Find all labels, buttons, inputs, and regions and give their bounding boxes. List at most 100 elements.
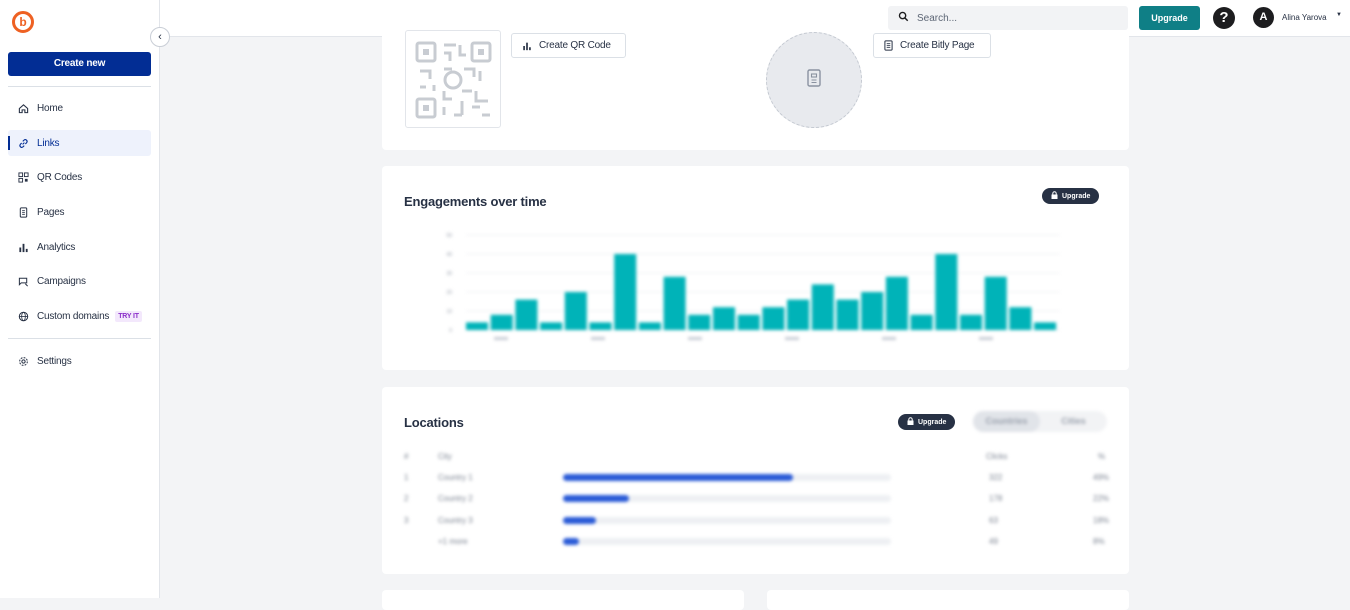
y-tick-label: 50 [446,233,452,239]
analytics-icon [522,41,532,51]
chart-bar[interactable] [688,314,711,330]
sidebar-divider [8,338,151,339]
gear-icon [17,355,29,367]
qr-code-icon [415,41,492,119]
chart-bar[interactable] [564,292,587,330]
sidebar-item-links[interactable]: Links [8,130,151,156]
page-icon [807,68,821,92]
chart-bar[interactable] [836,299,859,330]
chart-bar[interactable] [515,299,538,330]
search-box[interactable] [888,6,1128,30]
countries-cities-toggle[interactable]: Countries Cities [973,411,1107,432]
row-bar-fill [563,474,793,481]
chevron-down-icon[interactable]: ▼ [1336,12,1342,18]
chart-bar[interactable] [638,322,661,330]
x-tick-label [785,337,799,340]
create-qr-code-button[interactable]: Create QR Code [511,33,626,58]
upgrade-badge[interactable]: Upgrade [898,414,956,430]
user-name[interactable]: Alina Yarova [1282,13,1327,22]
sidebar-item-label: Custom domains [37,310,110,322]
sidebar-item-custom-domains[interactable]: Custom domains TRY IT [8,303,151,329]
row-bar-track [563,538,891,545]
row-bar-track [563,474,891,481]
chart-bar[interactable] [589,322,612,330]
chart-bar[interactable] [614,254,637,330]
row-clicks: 322 [989,473,1003,482]
collapse-sidebar-button[interactable]: ‹ [150,27,170,47]
avatar[interactable]: A [1253,7,1274,28]
column-header: Clicks [986,452,1008,461]
qr-code-placeholder [405,30,501,128]
x-tick-label [882,337,896,340]
row-bar-fill [563,517,596,524]
help-icon[interactable]: ? [1213,7,1235,29]
page-placeholder [766,32,862,128]
create-bitly-page-button[interactable]: Create Bitly Page [873,33,991,58]
chart-bar[interactable] [490,314,513,330]
page-icon [884,40,893,51]
bottom-card-right [767,590,1129,610]
sidebar-item-label: Settings [37,355,72,367]
chart-bar[interactable] [737,314,760,330]
sidebar-item-settings[interactable]: Settings [8,348,151,374]
upgrade-button[interactable]: Upgrade [1139,6,1200,30]
row-bar-track [563,517,891,524]
locations-title: Locations [404,415,464,430]
chart-bar[interactable] [984,276,1007,330]
chart-bar[interactable] [787,299,810,330]
sidebar-item-label: Home [37,102,63,114]
create-new-button[interactable]: Create new [8,52,151,76]
chart-bar[interactable] [1009,307,1032,330]
tab-cities[interactable]: Cities [1040,411,1107,432]
search-icon [898,9,909,27]
sidebar-item-label: Campaigns [37,275,86,287]
sidebar-item-qr-codes[interactable]: QR Codes [8,164,151,190]
chart-bar[interactable] [935,254,958,330]
chart-bar[interactable] [885,276,908,330]
sidebar-item-campaigns[interactable]: Campaigns [8,268,151,294]
sidebar-item-analytics[interactable]: Analytics [8,234,151,260]
chart-bar[interactable] [466,322,488,330]
row-rank: 3 [404,516,409,525]
qr-code-icon [17,171,29,183]
x-tick-label [494,337,508,340]
row-name: Country 1 [438,473,473,482]
chevron-left-icon: ‹ [158,31,162,43]
y-tick-label: 0 [449,328,452,334]
bitly-logo-icon[interactable]: b [12,11,34,33]
analytics-icon [17,241,29,253]
campaign-icon [17,275,29,287]
row-clicks: 63 [989,516,998,525]
sidebar-item-pages[interactable]: Pages [8,199,151,225]
sidebar-item-label: Links [37,137,60,149]
upgrade-badge-label: Upgrade [918,418,947,426]
row-clicks: 178 [989,494,1003,503]
chart-bar[interactable] [540,322,563,330]
top-bar: Upgrade ? A Alina Yarova ▼ [160,0,1350,37]
chart-bar[interactable] [960,314,982,330]
search-input[interactable] [917,12,1117,24]
sidebar-item-label: Pages [37,206,65,218]
lock-icon [1051,191,1058,201]
chart-bar[interactable] [811,284,834,330]
row-bar-fill [563,538,580,545]
chart-bar[interactable] [762,307,785,330]
chart-bar[interactable] [910,314,933,330]
row-clicks: 49 [989,537,998,546]
row-percent: 18% [1093,516,1110,525]
column-header: City [438,452,452,461]
chart-bar[interactable] [1034,322,1057,330]
row-rank: 1 [404,473,409,482]
lock-icon [907,417,914,427]
tab-countries[interactable]: Countries [973,411,1040,432]
sidebar-item-label: Analytics [37,241,76,253]
chart-bar[interactable] [663,276,686,330]
chart-bar[interactable] [861,292,884,330]
chart-bar[interactable] [713,307,735,330]
x-tick-label [591,337,605,340]
y-tick-label: 10 [446,309,452,315]
y-tick-label: 30 [446,271,452,277]
y-tick-label: 20 [446,290,452,296]
sidebar-item-home[interactable]: Home [8,95,151,121]
upgrade-badge[interactable]: Upgrade [1042,188,1100,204]
